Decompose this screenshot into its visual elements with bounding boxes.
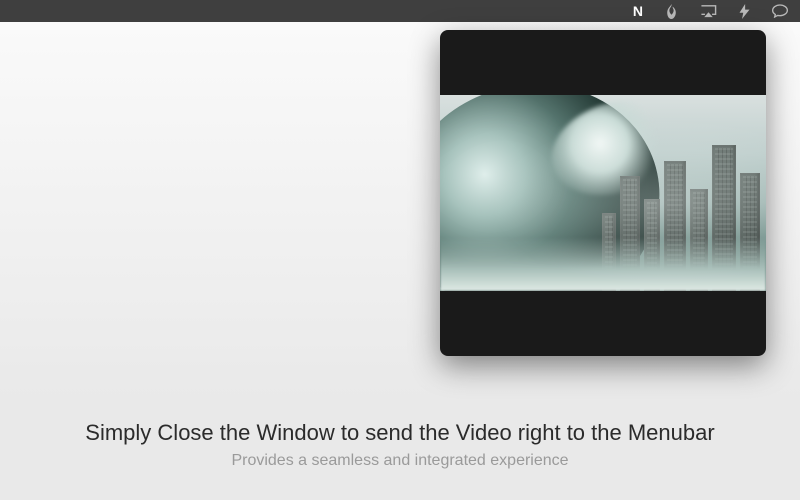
menubar-popover[interactable] [440, 30, 766, 356]
captions: Simply Close the Window to send the Vide… [0, 420, 800, 470]
subhead: Provides a seamless and integrated exper… [0, 452, 800, 470]
video-thumbnail[interactable] [440, 95, 766, 291]
airplay-icon[interactable] [700, 5, 717, 18]
headline: Simply Close the Window to send the Vide… [0, 420, 800, 446]
feature-slide: N Simply Close the Window to send the [0, 0, 800, 500]
menubar: N [0, 0, 800, 22]
n-app-icon[interactable]: N [633, 4, 643, 18]
flame-icon[interactable] [665, 4, 678, 19]
bolt-icon[interactable] [739, 4, 750, 19]
chat-icon[interactable] [772, 4, 788, 18]
